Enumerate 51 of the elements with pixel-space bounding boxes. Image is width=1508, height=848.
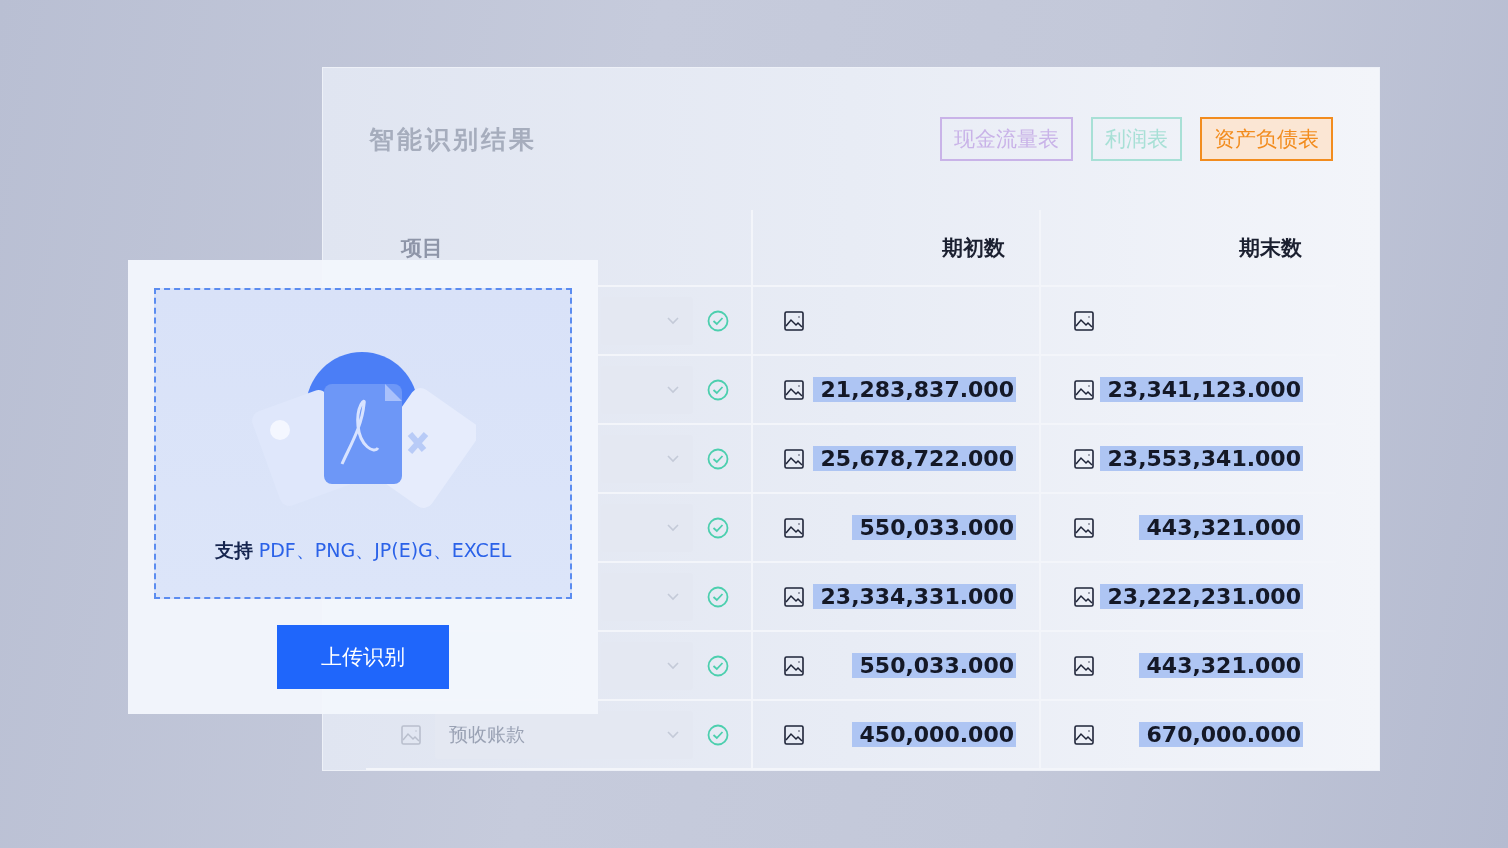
item-name: 预收账款 [449,721,525,747]
image-icon [784,448,804,469]
chevron-down-icon [667,592,679,601]
image-icon [1074,379,1094,400]
amount-value: 23,341,123.000 [1099,377,1303,402]
chevron-down-icon [667,523,679,532]
amount-value: 25,678,722.000 [812,446,1016,471]
check-circle-icon [707,516,729,539]
chevron-down-icon [667,661,679,670]
amount-value: 23,334,331.000 [812,584,1016,609]
amount-value: 550,033.000 [851,515,1016,540]
amount-value: 670,000.000 [1138,722,1303,747]
amount-value: 23,222,231.000 [1099,584,1303,609]
amount-value: 443,321.000 [1138,653,1303,678]
upload-button[interactable]: 上传识别 [277,625,449,689]
check-circle-icon [707,723,729,746]
sheet-tab[interactable]: 资产负债表 [1200,117,1333,161]
amount-value: 21,283,837.000 [812,377,1016,402]
chevron-down-icon [667,316,679,325]
image-icon [784,586,804,607]
image-icon [1074,655,1094,676]
chevron-down-icon [667,454,679,463]
sheet-tab[interactable]: 利润表 [1091,117,1182,161]
panel-title: 智能识别结果 [369,123,537,156]
check-circle-icon [707,654,729,677]
image-icon [1074,448,1094,469]
column-header: 期末数 [1039,210,1336,287]
image-icon [1074,724,1094,745]
image-icon [1074,310,1094,331]
check-circle-icon [707,585,729,608]
check-circle-icon [707,378,729,401]
chevron-down-icon [667,385,679,394]
sheet-tab[interactable]: 现金流量表 [940,117,1073,161]
amount-value: 443,321.000 [1138,515,1303,540]
amount-value: 450,000.000 [851,722,1016,747]
amount-value: 550,033.000 [851,653,1016,678]
image-icon [784,655,804,676]
check-circle-icon [707,447,729,470]
image-icon [401,724,421,745]
image-icon [1074,517,1094,538]
column-header: 期初数 [751,210,1039,287]
drop-zone[interactable]: 支持 PDF、PNG、JP(E)G、EXCEL [154,288,572,599]
chevron-down-icon [667,730,679,739]
amount-value: 23,553,341.000 [1099,446,1303,471]
image-icon [784,517,804,538]
image-icon [1074,586,1094,607]
image-icon [784,310,804,331]
check-circle-icon [707,309,729,332]
image-icon [784,724,804,745]
image-icon [784,379,804,400]
supported-formats: 支持 PDF、PNG、JP(E)G、EXCEL [214,538,512,563]
